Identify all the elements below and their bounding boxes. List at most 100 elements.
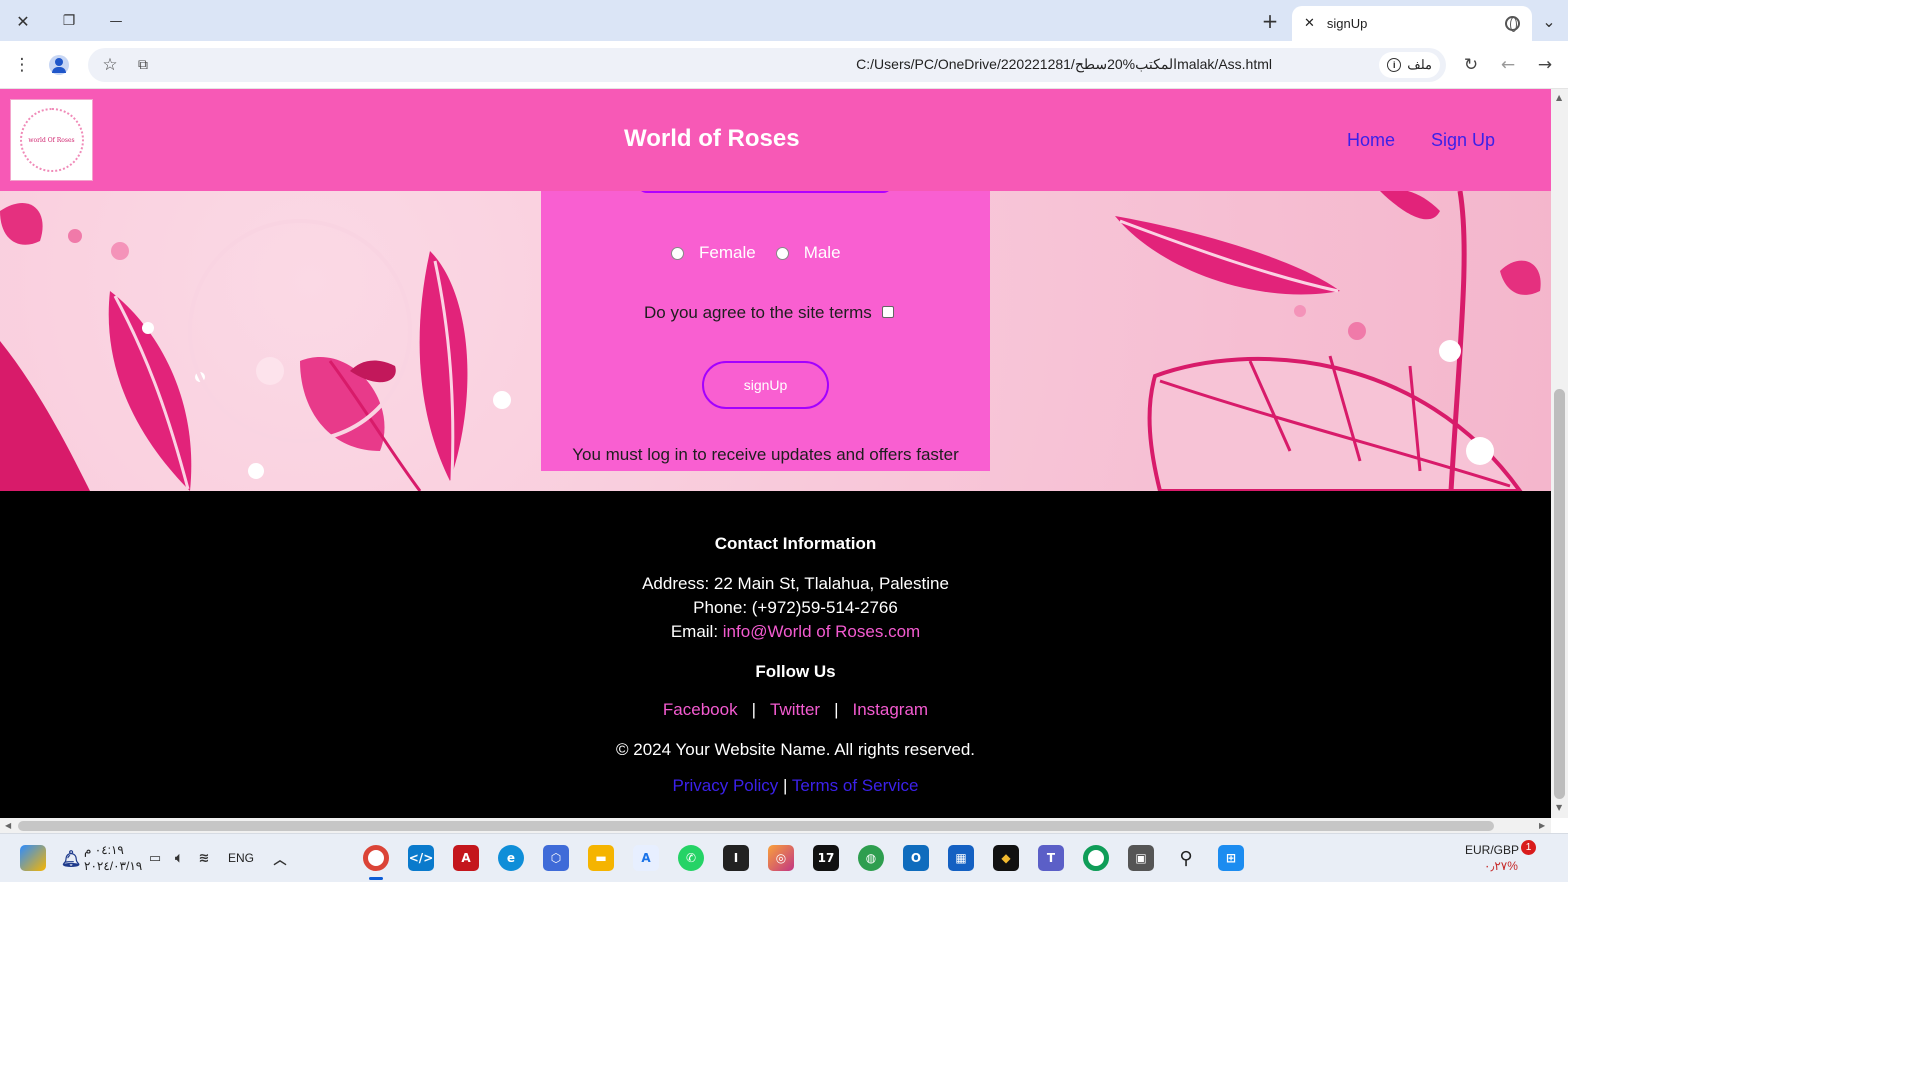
profile-avatar [49,55,69,75]
edge-icon[interactable]: e [498,845,524,871]
social-separator: | [751,700,756,719]
outlook-icon[interactable]: O [903,845,929,871]
jetbrains-icon[interactable]: I [723,845,749,871]
forward-icon[interactable]: ← [1496,53,1520,77]
site-logo[interactable]: world Of Roses [10,99,93,181]
contact-phone: Phone: (+972)59-514-2766 [693,598,898,617]
bookmark-star-icon[interactable]: ☆ [98,53,122,77]
vertical-scroll-thumb[interactable] [1554,389,1565,799]
site-title: World of Roses [624,125,800,152]
translate-icon[interactable]: ⧉ [131,53,155,77]
teams-icon[interactable]: T [1038,845,1064,871]
male-label: Male [803,243,841,262]
profile-icon[interactable] [47,53,71,77]
browser-menu-icon[interactable]: ⋮ [10,53,34,77]
signup-submit-button[interactable]: signUp [702,361,829,409]
nav-signup-link[interactable]: Sign Up [1431,130,1495,151]
site-chip-label: ملف [1407,57,1432,72]
horizontal-scrollbar[interactable]: ◀ ▶ [0,818,1551,833]
translator-icon[interactable]: A [633,845,659,871]
vertical-scrollbar[interactable]: ▲ ▼ [1551,89,1568,818]
info-icon: i [1387,58,1402,72]
chrome-profile-icon[interactable] [1083,845,1109,871]
terms-of-service-link[interactable]: Terms of Service [792,776,919,795]
social-separator: | [834,700,839,719]
active-app-indicator [369,877,383,880]
email-prefix: Email: [670,622,723,641]
clock-time[interactable]: ٠٤:١٩ م [84,843,124,857]
instagram-link[interactable]: Instagram [852,700,928,719]
tab-signup[interactable]: ✕ signUp [1292,6,1532,41]
site-header: world Of Roses World of Roses Home Sign … [0,89,1551,191]
female-label: Female [699,243,756,262]
page-viewport: world Of Roses World of Roses Home Sign … [0,89,1551,818]
signup-form-panel: Female Male Do you agree to the site ter… [541,191,990,471]
ticker-value: ٠٫٢٧% [1484,859,1518,873]
weather-widget-icon[interactable] [20,845,46,871]
email-link[interactable]: info@World of Roses.com [723,622,920,641]
windows-taskbar: 🔔︎ ٠٤:١٩ م ٢٠٢٤/٠٣/١٩ ▭ 🔈︎ ≋ ENG ︿ </> A… [0,833,1568,882]
gender-radio-group: Female Male [671,243,861,263]
site-info-chip[interactable]: i ملف [1379,52,1440,78]
contact-heading: Contact Information [714,534,877,553]
search-icon[interactable]: ⚲ [1173,845,1199,871]
terms-row: Do you agree to the site terms [644,303,894,323]
nav-home-link[interactable]: Home [1347,130,1395,151]
twitter-link[interactable]: Twitter [770,700,820,719]
login-note: You must log in to receive updates and o… [572,445,959,464]
male-radio[interactable] [775,246,789,260]
tradingview-icon[interactable]: 17 [813,845,839,871]
contact-email-line: Email: info@World of Roses.com [0,622,1551,642]
url-text[interactable]: C:/Users/PC/OneDrive/220221281/المكتب%20… [856,56,1272,73]
chrome-icon[interactable] [363,845,389,871]
input-field-bottom-edge[interactable] [637,191,893,193]
scroll-right-icon[interactable]: ▶ [1539,821,1545,830]
window-restore-icon[interactable]: ❐ [56,8,82,34]
language-indicator[interactable]: ENG [228,851,254,865]
binance-icon[interactable]: ◆ [993,845,1019,871]
logo-text: world Of Roses [28,136,75,144]
legal-separator: | [783,776,788,795]
vscode-icon[interactable]: </> [408,845,434,871]
acrobat-icon[interactable]: A [453,845,479,871]
new-tab-button[interactable]: + [1257,8,1283,34]
back-icon[interactable]: → [1533,53,1557,77]
volume-icon[interactable]: 🔈︎ [166,845,192,871]
box-app-icon[interactable]: ⬡ [543,845,569,871]
ticker-name[interactable]: EUR/GBP [1465,843,1519,857]
terms-checkbox[interactable] [881,305,894,318]
browser-toolbar: ⋮ ☆ ⧉ C:/Users/PC/OneDrive/220221281/الم… [0,41,1568,89]
window-close-icon[interactable]: ✕ [10,8,36,34]
scroll-up-icon[interactable]: ▲ [1556,93,1562,102]
social-links: Facebook | Twitter | Instagram [0,700,1551,720]
store-icon[interactable]: ▦ [948,845,974,871]
clock-date[interactable]: ٢٠٢٤/٠٣/١٩ [84,859,142,873]
female-radio[interactable] [671,246,684,260]
copyright-text: © 2024 Your Website Name. All rights res… [615,740,975,759]
facebook-link[interactable]: Facebook [663,700,738,719]
battery-icon[interactable]: ▭ [142,845,168,871]
address-bar[interactable]: ☆ ⧉ C:/Users/PC/OneDrive/220221281/المكت… [88,48,1446,82]
tab-close-icon[interactable]: ✕ [1304,16,1315,31]
windows-start-icon[interactable]: ⊞ [1218,845,1244,871]
privacy-policy-link[interactable]: Privacy Policy [673,776,779,795]
terms-label: Do you agree to the site terms [644,303,872,322]
globe-app-icon[interactable]: ◍ [858,845,884,871]
tab-search-menu-icon[interactable]: ⌄ [1536,8,1562,34]
file-explorer-icon[interactable]: ▬ [588,845,614,871]
window-minimize-icon[interactable]: — [103,8,129,34]
notification-bell-icon[interactable]: 🔔︎ [58,845,84,871]
whatsapp-icon[interactable]: ✆ [678,845,704,871]
follow-heading: Follow Us [755,662,836,681]
task-view-icon[interactable]: ▣ [1128,845,1154,871]
scroll-left-icon[interactable]: ◀ [5,821,11,830]
horizontal-scroll-thumb[interactable] [18,821,1494,831]
reload-icon[interactable]: ↻ [1459,53,1483,77]
contact-address: Address: 22 Main St, Tlalahua, Palestine [642,574,949,593]
tab-title: signUp [1326,16,1368,31]
scroll-down-icon[interactable]: ▼ [1556,803,1562,812]
instagram-app-icon[interactable]: ◎ [768,845,794,871]
wifi-icon[interactable]: ≋ [191,845,217,871]
tray-chevron-icon[interactable]: ︿ [267,845,293,871]
globe-icon [1505,16,1520,32]
